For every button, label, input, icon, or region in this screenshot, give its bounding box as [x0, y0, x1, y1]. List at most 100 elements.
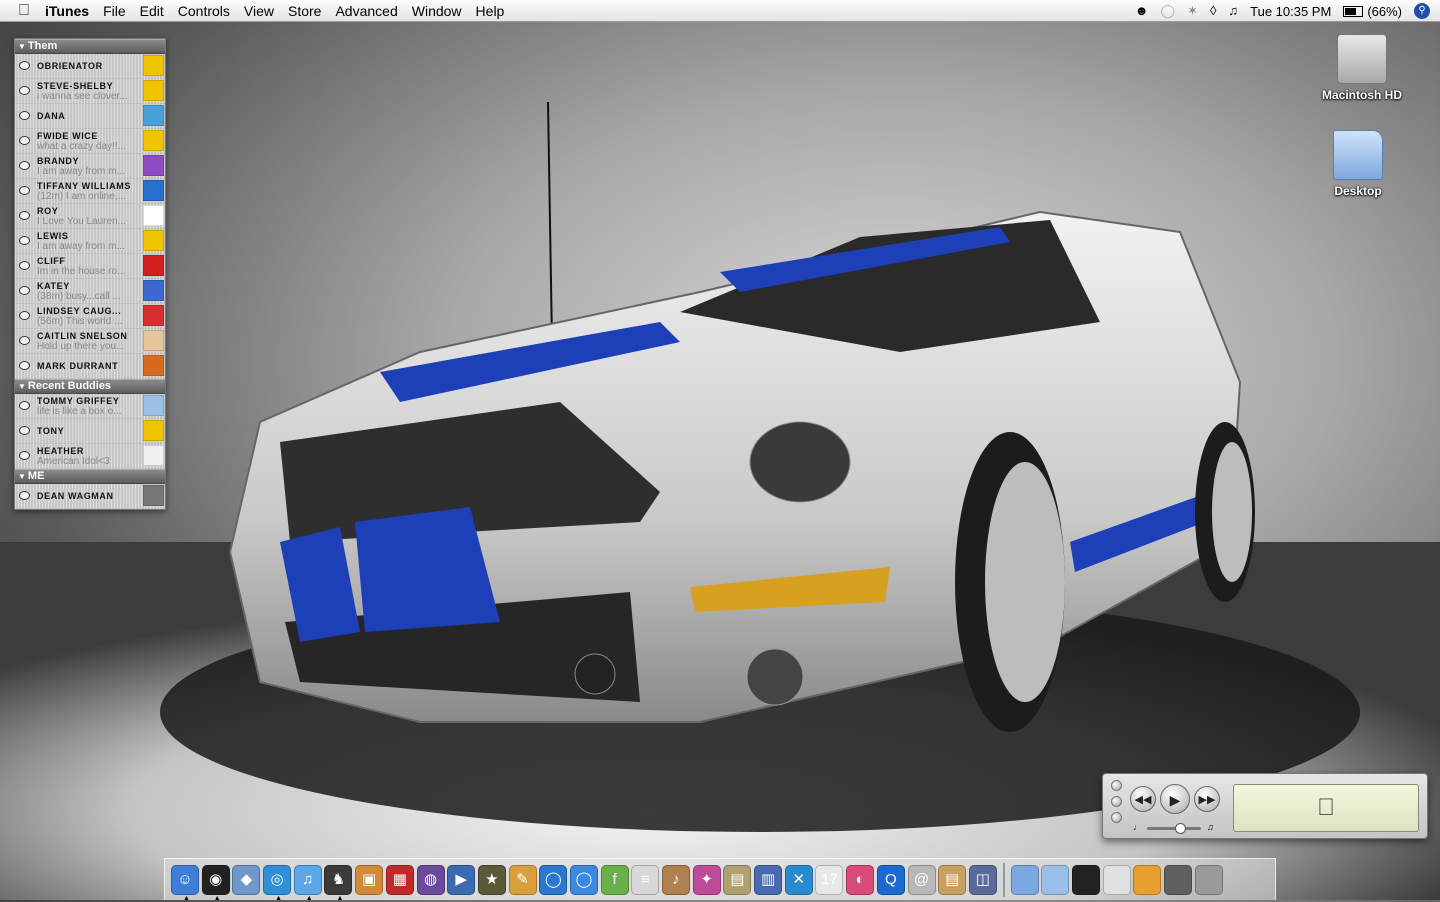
dock-xcode-icon[interactable]: ✕ [784, 864, 813, 895]
aim-logo-icon [143, 180, 164, 201]
running-indicator: ▲ [213, 894, 221, 902]
dock-textedit-icon[interactable]: ≡ [631, 864, 660, 895]
menu-store[interactable]: Store [281, 0, 328, 22]
apple-menu-icon[interactable]:  [10, 2, 38, 20]
dock-ichat-av-icon[interactable]: ◯ [569, 864, 598, 895]
dock-imovie-star-icon[interactable]: ★ [477, 864, 506, 895]
play-button[interactable]: ▶ [1160, 784, 1190, 814]
buddy-row[interactable]: Brandy I am away from m... [15, 154, 165, 179]
dock-ical-icon[interactable]: 17 [815, 864, 844, 895]
dock-dvd-player-icon[interactable]: ◍ [416, 864, 445, 895]
chat-bubble-icon [19, 426, 30, 435]
disclosure-triangle-icon[interactable]: ▼ [18, 382, 26, 391]
menu-file[interactable]: File [96, 0, 133, 22]
buddy-group-header[interactable]: ▼ ME [15, 469, 165, 484]
chat-bubble-icon [19, 186, 30, 195]
dock-imovie-icon[interactable]: ▶ [447, 864, 476, 895]
dock-dvd-drive-icon[interactable] [1164, 864, 1192, 895]
buddy-row[interactable]: Roy I Love You Lauren... [15, 204, 165, 229]
volume-icon[interactable]: ♫ [1228, 0, 1238, 22]
dock-applications-folder-icon[interactable] [1010, 864, 1039, 895]
spotlight-icon[interactable]: ⚲ [1414, 3, 1430, 19]
menu-itunes[interactable]: iTunes [38, 0, 96, 22]
dock-disk-image-icon[interactable] [1102, 864, 1131, 895]
menu-edit[interactable]: Edit [133, 0, 171, 22]
dock-itunes-icon[interactable]: ♫ ▲ [293, 864, 322, 902]
buddy-row[interactable]: Mark Durrant [15, 354, 165, 379]
ichat-status-icon[interactable]: ☻ [1135, 0, 1149, 22]
previous-button[interactable]: ◀◀ [1130, 786, 1156, 812]
dock: ☺ ▲ ◉ ▲ ◆ ◎ ▲ ♫ ▲ ♞ ▲ ▣ ▦ ◍ ▶ ★ ✎ ◯ ◯ f ≡ ♪ ✦ ▤ ▥ ✕ 17 ◐ Q @ ▤ ◫ [164, 858, 1276, 902]
dock-usb-drive-icon[interactable] [1133, 864, 1162, 895]
dock-ichat-icon[interactable]: ◯ [539, 864, 568, 895]
desktop-icon-macintosh-hd[interactable]: Macintosh HD [1312, 34, 1412, 102]
chat-bubble-icon [19, 336, 30, 345]
dock-apple-mail-icon[interactable]: @ [907, 864, 936, 895]
clock[interactable]: Tue 10:35 PM [1250, 4, 1331, 19]
volume-knob[interactable] [1174, 823, 1186, 834]
dock-safari-icon[interactable]: ◎ ▲ [263, 864, 292, 902]
dock-front-row-icon[interactable]: ◉ ▲ [201, 864, 230, 902]
buddy-row[interactable]: Heather American Idol<3 [15, 444, 165, 469]
next-button[interactable]: ▶▶ [1194, 786, 1220, 812]
buddy-group-header[interactable]: ▼ Them [15, 39, 165, 54]
bluetooth-icon[interactable]: ✶ [1187, 0, 1198, 22]
chat-bubble-icon [19, 236, 30, 245]
dock-iwork-icon[interactable]: ✦ [692, 864, 721, 895]
dock-keynote-icon[interactable]: ▤ [723, 864, 752, 895]
dock-trash-icon[interactable] [1194, 864, 1223, 895]
dock-garageband-icon[interactable]: ♪ [662, 864, 690, 895]
buddy-row[interactable]: Dana [15, 104, 165, 129]
dock-system-monitor-icon[interactable]: ▥ [754, 864, 783, 895]
desktop-icon-desktop[interactable]: Desktop [1308, 130, 1408, 198]
dock-iweb-icon[interactable]: ✎ [508, 864, 537, 895]
buddy-row[interactable]: tony [15, 419, 165, 444]
zoom-window-button[interactable] [1111, 812, 1122, 823]
dock-adium-icon[interactable]: ♞ ▲ [324, 864, 353, 902]
buddy-name: Fwide Wice [37, 131, 98, 141]
buddy-row[interactable]: Caitlin Snelson Hold up there you... [15, 329, 165, 354]
dock-photo-booth-icon[interactable]: ▦ [385, 864, 414, 895]
buddy-row[interactable]: Katey (38m) busy...call ... [15, 279, 165, 304]
dock-color-picker-icon[interactable]: ◐ [846, 864, 875, 895]
dock-ipod-icon[interactable] [1071, 864, 1100, 895]
dock-quicktime-icon[interactable]: Q [876, 864, 905, 895]
dock-finder-icon[interactable]: ☺ ▲ [171, 864, 199, 902]
menu-view[interactable]: View [237, 0, 281, 22]
close-window-button[interactable] [1111, 780, 1122, 791]
buddy-row[interactable]: Lewis I am away from m... [15, 229, 165, 254]
dock-font-book-icon[interactable]: f [600, 864, 629, 895]
buddy-row[interactable]: Lindsey Caug... (56m) This world ... [15, 304, 165, 329]
speech-bubble-icon[interactable]: ◯ [1160, 0, 1175, 22]
buddy-row[interactable]: Steve-Shelby i wanna see clover... [15, 79, 165, 104]
buddy-row[interactable]: Tiffany Williams (12m) I am online,... [15, 179, 165, 204]
chat-bubble-icon [19, 61, 30, 70]
running-indicator: ▲ [336, 894, 344, 902]
dock-documents-folder-icon[interactable] [1041, 864, 1070, 895]
menu-list:  iTunes File Edit Controls View Store A… [10, 0, 511, 22]
buddy-row[interactable]: Obrienator [15, 54, 165, 79]
volume-slider[interactable]: ♩ ♫ [1133, 822, 1221, 834]
disclosure-triangle-icon[interactable]: ▼ [18, 472, 26, 481]
dock-iphoto-icon[interactable]: ▣ [355, 864, 384, 895]
disclosure-triangle-icon[interactable]: ▼ [18, 42, 26, 51]
minimize-window-button[interactable] [1111, 796, 1122, 807]
buddy-row[interactable]: Dean Wagman [15, 484, 165, 509]
wifi-icon[interactable]: ◊ [1210, 0, 1216, 22]
buddy-row[interactable]: Cliff Im in the house ro... [15, 254, 165, 279]
menu-help[interactable]: Help [469, 0, 512, 22]
dock-address-book-icon[interactable]: ▤ [938, 864, 967, 895]
buddy-row[interactable]: Fwide Wice what a crazy day!!... [15, 129, 165, 154]
dock-image-capture-icon[interactable]: ◫ [968, 864, 997, 895]
menu-controls[interactable]: Controls [171, 0, 237, 22]
buddy-row[interactable]: Tommy Griffey life is like a box o... [15, 394, 165, 419]
menu-advanced[interactable]: Advanced [328, 0, 404, 22]
itunes-mini-player: ◀◀ ▶ ▶▶  ♩ ♫ [1102, 773, 1428, 839]
folder-icon [1333, 130, 1383, 180]
buddy-group-header[interactable]: ▼ Recent Buddies [15, 379, 165, 394]
buddy-status: (56m) This world ... [37, 316, 123, 327]
dock-preview-icon[interactable]: ◆ [232, 864, 261, 895]
battery-status[interactable]: (66%) [1343, 4, 1402, 19]
now-playing-display[interactable]:  [1233, 784, 1419, 832]
menu-window[interactable]: Window [405, 0, 469, 22]
